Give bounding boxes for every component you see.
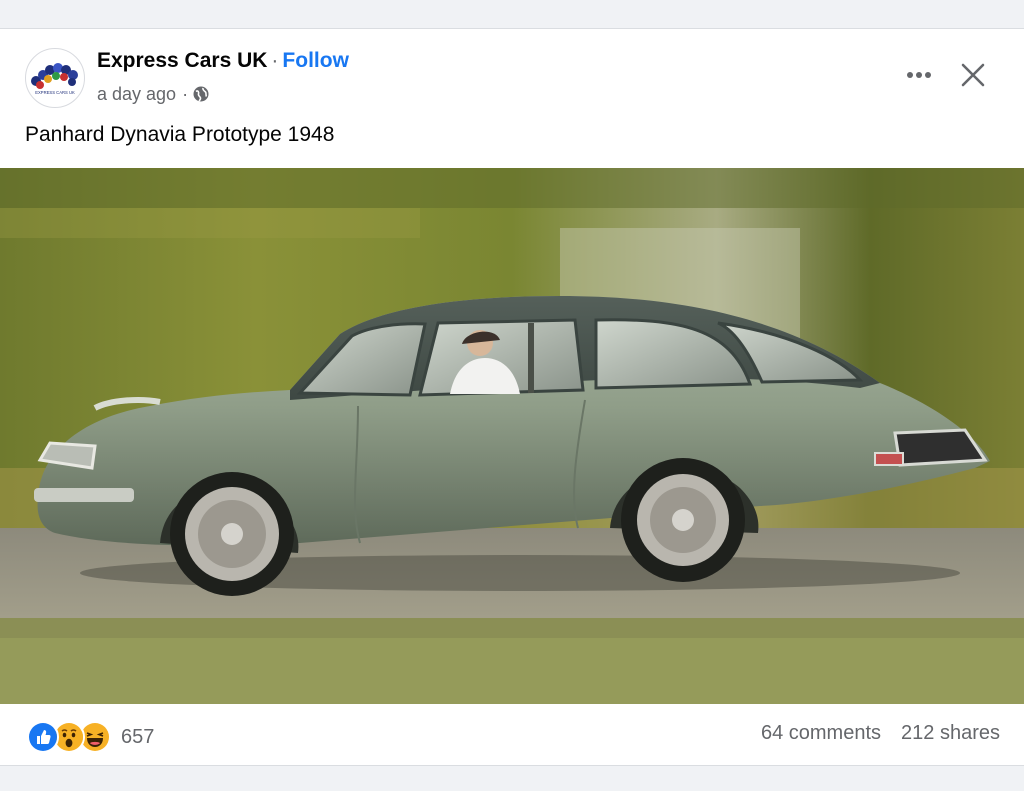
comments-count-link[interactable]: 64 comments	[761, 722, 881, 745]
more-horizontal-icon	[907, 72, 931, 78]
engagement-counts: 64 comments 212 shares	[761, 722, 1000, 745]
more-options-button[interactable]	[897, 55, 941, 95]
post-footer: 657 64 comments 212 shares	[0, 704, 1024, 765]
page-name-link[interactable]: Express Cars UK	[97, 49, 267, 72]
separator-dot: ·	[271, 49, 279, 72]
reactions-summary[interactable]: 657	[27, 721, 154, 753]
follow-button[interactable]: Follow	[282, 49, 349, 72]
close-icon	[961, 63, 985, 87]
like-reaction-icon	[27, 721, 59, 753]
globe-icon	[192, 85, 210, 103]
timestamp-link[interactable]: a day ago	[97, 83, 176, 105]
post-caption: Panhard Dynavia Prototype 1948	[25, 123, 335, 146]
post-header-title: Express Cars UK · Follow	[97, 48, 349, 74]
meta-separator: ·	[182, 84, 189, 104]
post-photo[interactable]	[0, 168, 1024, 704]
reaction-count: 657	[121, 725, 155, 748]
page-avatar[interactable]: EXPRESS CARS UK	[25, 48, 85, 108]
post-card: EXPRESS CARS UK Express Cars UK · Follow a…	[0, 28, 1024, 766]
car-photo	[0, 168, 1024, 704]
logo-icon: EXPRESS CARS UK	[31, 63, 78, 95]
svg-text:EXPRESS CARS UK: EXPRESS CARS UK	[35, 90, 75, 95]
post-meta: a day ago ·	[97, 83, 210, 105]
close-button[interactable]	[951, 53, 995, 97]
shares-count-link[interactable]: 212 shares	[901, 722, 1000, 745]
